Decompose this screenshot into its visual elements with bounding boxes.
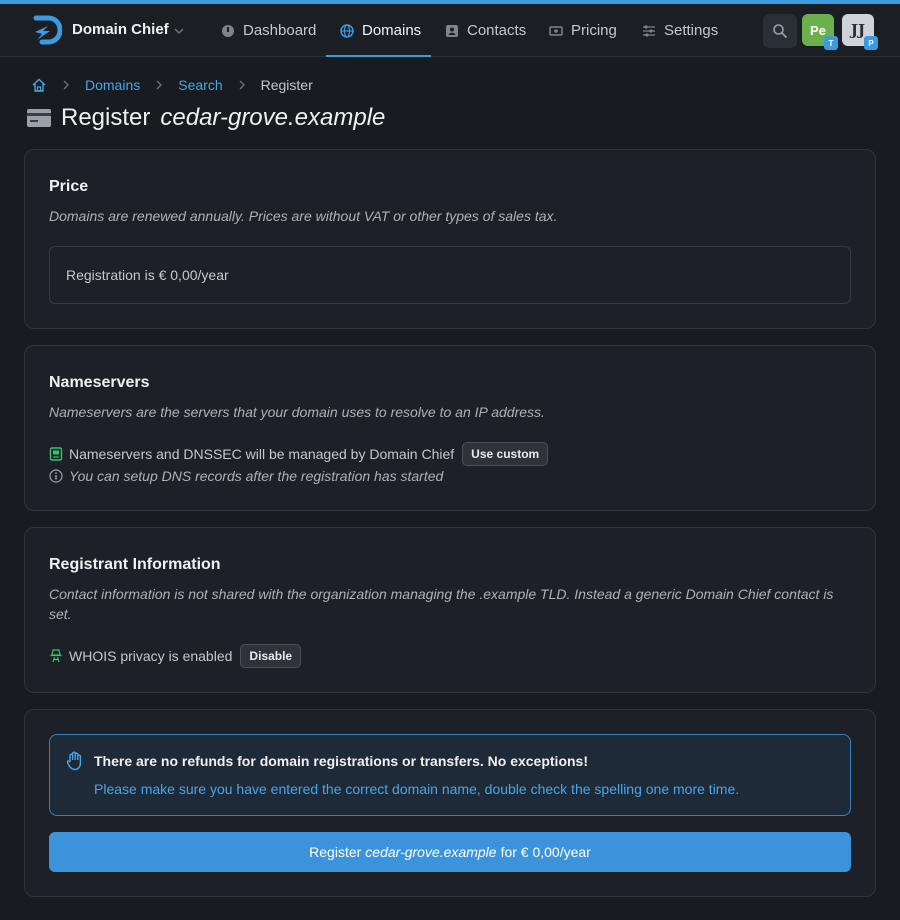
search-button[interactable] xyxy=(763,14,797,48)
server-book-icon xyxy=(49,447,63,461)
hand-stop-icon xyxy=(66,751,82,771)
nameservers-title: Nameservers xyxy=(49,374,150,391)
no-refund-notice: There are no refunds for domain registra… xyxy=(49,734,851,816)
registrant-card: Registrant Information Contact informati… xyxy=(24,527,876,693)
nav-item-domains[interactable]: Domains xyxy=(340,4,421,57)
avatar-initials: JJ xyxy=(850,21,866,39)
price-description: Domains are renewed annually. Prices are… xyxy=(49,208,558,224)
nameservers-managed-text: Nameservers and DNSSEC will be managed b… xyxy=(69,446,455,462)
nav-label: Contacts xyxy=(467,22,527,39)
nameservers-description: Nameservers are the servers that your do… xyxy=(49,404,545,420)
notice-title: There are no refunds for domain registra… xyxy=(94,753,588,769)
register-button[interactable]: Register cedar-grove.example for € 0,00/… xyxy=(49,832,851,872)
nameservers-managed-row: Nameservers and DNSSEC will be managed b… xyxy=(49,442,549,466)
nav-item-contacts[interactable]: Contacts xyxy=(445,4,526,57)
avatar-user-jj[interactable]: JJ P xyxy=(842,14,878,50)
avatar-badge: P xyxy=(864,36,878,50)
whois-row: WHOIS privacy is enabled Disable xyxy=(49,644,302,668)
nav-label: Dashboard xyxy=(243,22,317,39)
chevron-right-icon xyxy=(239,80,245,90)
money-icon xyxy=(549,25,563,36)
register-button-suffix: for € 0,00/year xyxy=(500,844,591,860)
avatar-badge: T xyxy=(824,36,838,50)
breadcrumb: Domains Search Register xyxy=(31,76,313,94)
logo-icon[interactable] xyxy=(32,14,62,46)
sliders-icon xyxy=(643,24,655,37)
nav-item-pricing[interactable]: Pricing xyxy=(549,4,617,57)
breadcrumb-search[interactable]: Search xyxy=(178,77,222,93)
notice-text: Please make sure you have entered the co… xyxy=(94,781,740,797)
price-title: Price xyxy=(49,178,89,195)
home-icon[interactable] xyxy=(31,77,47,93)
register-button-prefix: Register xyxy=(309,844,362,860)
nav-label: Domains xyxy=(362,22,422,39)
whois-text: WHOIS privacy is enabled xyxy=(69,648,233,664)
incognito-icon xyxy=(50,649,62,663)
price-card: Price Domains are renewed annually. Pric… xyxy=(24,149,876,329)
disable-whois-button[interactable]: Disable xyxy=(240,644,302,668)
dns-info-text: You can setup DNS records after the regi… xyxy=(69,468,444,484)
top-navbar: Domain Chief Dashboard Domains Contacts … xyxy=(0,4,900,57)
avatar-initials: Pe xyxy=(810,22,826,38)
registration-price-box: Registration is € 0,00/year xyxy=(49,246,851,304)
chevron-down-icon[interactable] xyxy=(172,24,186,38)
registrant-description: Contact information is not shared with t… xyxy=(49,586,834,622)
chevron-right-icon xyxy=(156,80,163,90)
avatar-team-pe[interactable]: Pe T xyxy=(802,14,838,50)
search-icon xyxy=(773,24,787,38)
registrant-title: Registrant Information xyxy=(49,556,221,573)
info-icon xyxy=(49,469,63,483)
register-button-domain: cedar-grove.example xyxy=(365,844,497,860)
title-prefix: Register xyxy=(61,104,151,131)
breadcrumb-current: Register xyxy=(260,77,313,93)
active-tab-indicator xyxy=(326,55,431,57)
breadcrumb-domains[interactable]: Domains xyxy=(85,77,140,93)
globe-icon xyxy=(340,23,354,38)
use-custom-button[interactable]: Use custom xyxy=(462,442,549,466)
title-domain: cedar-grove.example xyxy=(160,104,386,131)
registration-price: Registration is € 0,00/year xyxy=(66,267,229,283)
nav-item-dashboard[interactable]: Dashboard xyxy=(221,4,316,57)
nav-item-settings[interactable]: Settings xyxy=(642,4,718,57)
confirm-card: There are no refunds for domain registra… xyxy=(24,709,876,897)
brand-name[interactable]: Domain Chief xyxy=(72,21,169,38)
page-title: Register cedar-grove.example xyxy=(27,104,385,132)
credit-card-icon xyxy=(27,109,51,127)
dns-info-row: You can setup DNS records after the regi… xyxy=(49,468,443,484)
nav-label: Settings xyxy=(664,22,719,39)
nameservers-card: Nameservers Nameservers are the servers … xyxy=(24,345,876,511)
contact-card-icon xyxy=(446,24,458,37)
dashboard-icon xyxy=(222,24,234,37)
chevron-right-icon xyxy=(63,80,69,90)
nav-label: Pricing xyxy=(571,22,617,39)
